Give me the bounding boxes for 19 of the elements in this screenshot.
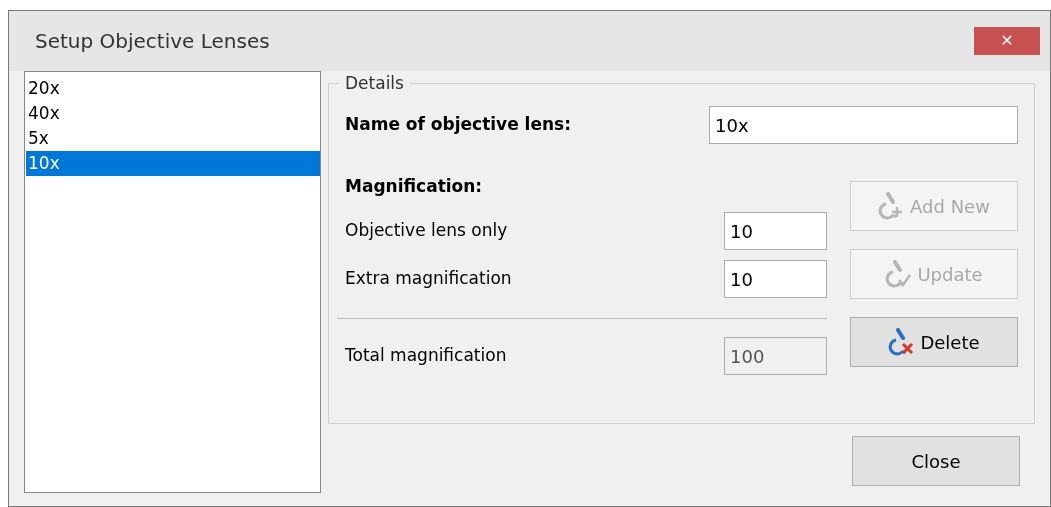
field-label: Extra magnification bbox=[345, 267, 512, 291]
list-item[interactable]: 5x bbox=[26, 126, 320, 151]
close-dialog-button[interactable]: Close bbox=[852, 436, 1020, 486]
microscope-check-icon bbox=[885, 260, 912, 288]
list-item[interactable]: 10x bbox=[26, 151, 320, 176]
microscope-plus-icon bbox=[878, 192, 905, 220]
field-label: Total magnification bbox=[345, 344, 507, 368]
list-item[interactable]: 20x bbox=[26, 76, 320, 101]
input-field[interactable]: 10 bbox=[724, 212, 827, 250]
delete-button[interactable]: Delete bbox=[850, 317, 1018, 367]
field-label: Objective lens only bbox=[345, 219, 508, 243]
window-title: Setup Objective Lenses bbox=[35, 28, 270, 55]
section-heading: Magnification: bbox=[345, 175, 484, 198]
input-field[interactable]: 10 bbox=[724, 260, 827, 298]
close-button[interactable]: ✕ bbox=[974, 27, 1040, 55]
input-field[interactable]: 10x bbox=[709, 106, 1018, 144]
microscope-delete-icon bbox=[888, 328, 915, 356]
field-label: Name of objective lens: bbox=[345, 113, 571, 137]
list-item[interactable]: 40x bbox=[26, 101, 320, 126]
